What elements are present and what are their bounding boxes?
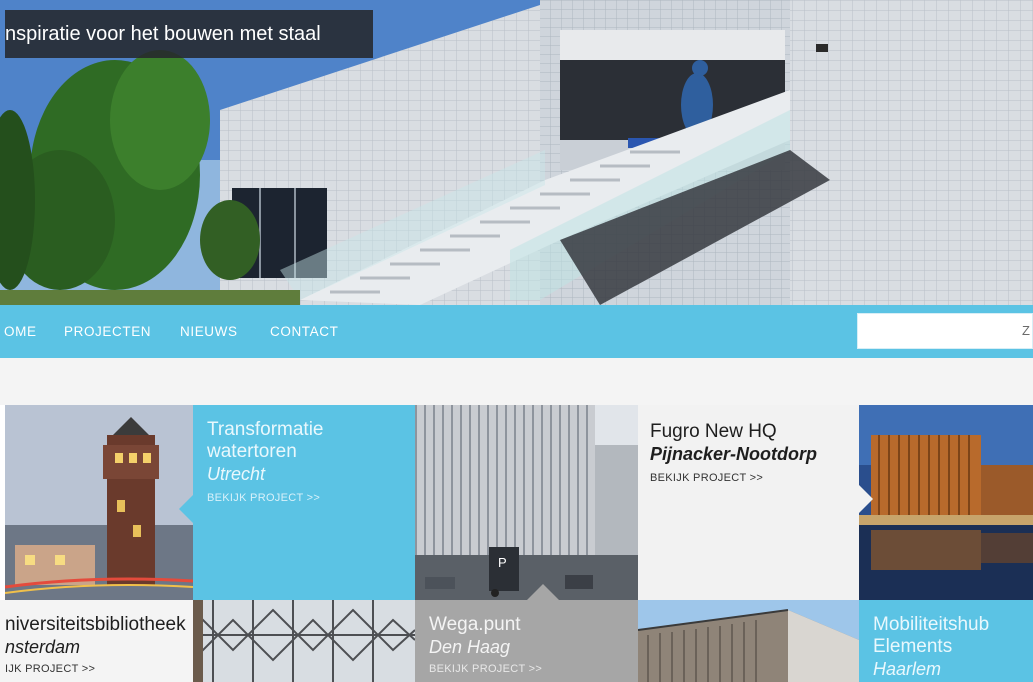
project-photo-watertoren[interactable] [5, 405, 193, 600]
project-city: Utrecht [207, 464, 266, 484]
parking-sign: P [498, 555, 507, 570]
project-title-line: watertoren [207, 441, 297, 462]
project-photo-office[interactable]: P [415, 405, 638, 600]
search-button[interactable]: Z [1022, 314, 1030, 348]
project-title-line: Transformatie [207, 419, 324, 440]
project-city: Den Haag [429, 637, 511, 657]
project-title-line: niversiteitsbibliotheek [5, 614, 186, 635]
watertoren-image [5, 405, 193, 600]
project-link[interactable]: BEKIJK PROJECT >> [429, 660, 624, 678]
hero-banner: nspiratie voor het bouwen met staal [0, 0, 1033, 305]
building-image [638, 600, 859, 682]
lattice-image [193, 600, 415, 682]
project-photo-lattice[interactable] [193, 600, 415, 682]
nav-projecten[interactable]: PROJECTEN [64, 305, 151, 358]
project-card-mobiliteitshub[interactable]: Mobiliteitshub Elements Haarlem [859, 600, 1033, 682]
project-city: Pijnacker-Nootdorp [650, 444, 818, 464]
nav-contact[interactable]: CONTACT [270, 305, 338, 358]
nav-nieuws[interactable]: NIEUWS [180, 305, 238, 358]
card-pointer [527, 584, 559, 600]
search-input[interactable] [858, 314, 1008, 348]
project-card-universiteitsbibliotheek[interactable]: niversiteitsbibliotheek nsterdam IJK PRO… [0, 600, 193, 682]
project-link[interactable]: BEKIJK PROJECT >> [650, 469, 847, 487]
project-title-line: Mobiliteitshub [873, 614, 990, 635]
search-box: Z [857, 313, 1033, 349]
project-photo-mobiliteitshub[interactable] [859, 405, 1033, 600]
content-spacer [0, 358, 1033, 405]
project-city: Haarlem [873, 659, 942, 679]
project-card-wegapunt[interactable]: Wega.punt Den Haag BEKIJK PROJECT >> [415, 584, 638, 682]
site-tagline: nspiratie voor het bouwen met staal [5, 10, 373, 58]
project-city: nsterdam [5, 637, 81, 657]
project-title-line: Fugro New HQ [650, 421, 777, 442]
card-pointer [859, 485, 873, 513]
project-card-fugro[interactable]: Fugro New HQ Pijnacker-Nootdorp BEKIJK P… [638, 405, 859, 600]
project-title-line: Wega.punt [429, 614, 521, 635]
project-photo-building[interactable] [638, 600, 859, 682]
card-pointer [179, 495, 193, 523]
project-link[interactable]: IJK PROJECT >> [5, 660, 193, 678]
project-link[interactable]: BEKIJK PROJECT >> [207, 489, 401, 507]
project-card-watertoren[interactable]: Transformatie watertoren Utrecht BEKIJK … [179, 405, 415, 600]
project-title-line: Elements [873, 636, 953, 657]
nav-home[interactable]: OME [4, 305, 37, 358]
mobiliteitshub-image [859, 405, 1033, 600]
office-image: P [415, 405, 638, 600]
